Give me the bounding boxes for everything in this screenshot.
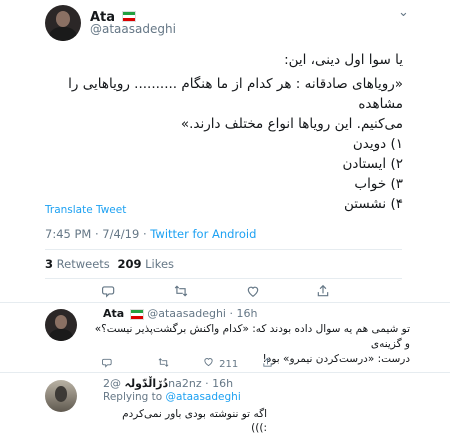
share-button[interactable]: [262, 353, 273, 372]
replying-to-handle-link[interactable]: @ataasadeghi: [166, 391, 241, 403]
reply-text: اگه تو ننوشته بودی باور نمی‌کردم :))): [122, 408, 267, 434]
author-handle: @ataasadeghi · 16h: [147, 307, 258, 320]
divider: [0, 372, 450, 373]
retweets-stat[interactable]: 3 Retweets: [45, 257, 110, 271]
tweet-line: می‌کنیم. این رویاها انواع مختلف دارند.»: [180, 116, 403, 132]
retweets-label: Retweets: [56, 257, 110, 271]
iran-flag-icon: [122, 11, 137, 22]
chevron-down-icon[interactable]: ⌄: [398, 6, 409, 20]
tweet-line: یا سوا اول دینی، این:: [284, 52, 403, 68]
retweet-icon: [158, 358, 169, 367]
reply-icon: [102, 286, 115, 298]
avatar-body: [49, 27, 77, 41]
likes-label: Likes: [145, 257, 175, 271]
divider: [0, 302, 450, 303]
retweets-count: 3: [45, 257, 54, 271]
display-name: Ata: [103, 307, 125, 320]
engagement-stats: 3 Retweets 209 Likes: [45, 257, 174, 271]
tweet-line: «رویاهای صادقانه : هر کدام از ما هنگام .…: [68, 76, 403, 112]
divider: [45, 278, 402, 279]
replying-to-prefix: Replying to: [103, 391, 166, 403]
tweet-timestamp: 7:45 PM · 7/4/19 · Twitter for Android: [45, 227, 256, 241]
retweet-icon: [174, 285, 188, 297]
tweet-source-link[interactable]: Twitter for Android: [150, 227, 256, 241]
display-name: دُڒاڵدّولہ: [124, 377, 169, 390]
tweet-line: ۳) خواب: [354, 176, 403, 192]
tweet-line: ۲) ایستادن: [342, 156, 404, 172]
reply-icon: [102, 358, 112, 368]
author-handle[interactable]: @ataasadeghi: [90, 22, 176, 36]
heart-icon: [247, 286, 259, 297]
reply-button[interactable]: [102, 283, 116, 302]
tweet-time[interactable]: 7:45 PM · 7/4/19 ·: [45, 227, 150, 241]
tweet-line: ۱) دویدن: [352, 136, 403, 152]
like-button[interactable]: 211: [203, 352, 238, 371]
likes-count: 209: [117, 257, 142, 271]
iran-flag-icon: [129, 308, 144, 320]
avatar-body: [48, 328, 74, 341]
avatar-face: [55, 11, 71, 28]
divider: [45, 249, 402, 250]
share-button[interactable]: [316, 283, 330, 302]
translate-tweet-link[interactable]: Translate Tweet: [45, 204, 126, 216]
share-icon: [317, 284, 329, 297]
retweet-button[interactable]: [158, 353, 169, 372]
reply-author[interactable]: Ata @ataasadeghi · 16h: [103, 307, 257, 320]
author-handle: @2na2nz · 16h: [103, 377, 234, 390]
tweet-text: یا سوا اول دینی، این: «رویاهای صادقانه :…: [46, 50, 403, 214]
avatar-face: [54, 386, 68, 403]
reply-line: درست: «درست‌کردن نیمرو» بود!: [262, 353, 410, 365]
reply-text: تو شیمی هم یه سوال داده بودند که: «کدام …: [88, 322, 410, 367]
reply-author[interactable]: دُڒاڵدّولہ @2na2nz · 16h: [103, 377, 233, 390]
like-count: 211: [219, 359, 239, 370]
avatar-ata[interactable]: [45, 5, 81, 41]
likes-stat[interactable]: 209 Likes: [117, 257, 174, 271]
avatar-face: [54, 314, 68, 329]
avatar-2na2nz[interactable]: [45, 380, 77, 412]
share-icon: [263, 357, 272, 367]
heart-icon: [204, 358, 213, 367]
like-button[interactable]: [246, 283, 260, 302]
reply-button[interactable]: [102, 353, 113, 372]
reply-line: تو شیمی هم یه سوال داده بودند که: «کدام …: [94, 323, 410, 350]
replying-to: Replying to @ataasadeghi: [103, 391, 241, 403]
avatar-ata[interactable]: [45, 309, 77, 341]
retweet-button[interactable]: [174, 283, 188, 302]
